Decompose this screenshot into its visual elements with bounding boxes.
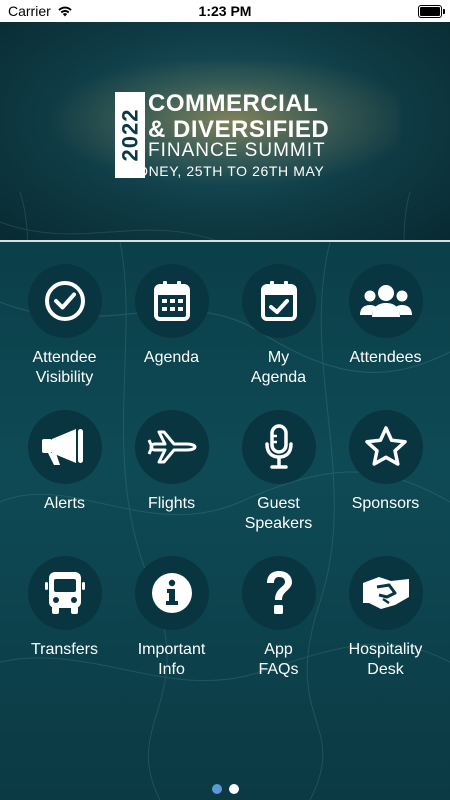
menu-item-label: Attendee Visibility [32, 349, 97, 386]
calendar-check-icon [260, 281, 297, 321]
menu-item-label: Transfers [31, 641, 98, 658]
menu-item-circle [134, 556, 209, 630]
microphone-icon [264, 424, 293, 469]
status-bar: Carrier 1:23 PM [0, 0, 450, 22]
menu-area: Attendee Visibility Agenda My Agenda Att… [0, 242, 450, 800]
event-banner: 2022 COMMERCIAL & DIVERSIFIED FINANCE SU… [0, 22, 450, 242]
menu-item-label: Alerts [44, 495, 85, 512]
menu-item-circle [27, 264, 102, 338]
menu-item-alerts[interactable]: Alerts [11, 410, 118, 514]
menu-item-app-faqs[interactable]: App FAQs [225, 556, 332, 680]
menu-item-label: Flights [147, 495, 196, 512]
battery-icon [418, 5, 445, 18]
menu-item-attendee-visibility[interactable]: Attendee Visibility [11, 264, 118, 388]
menu-item-sponsors[interactable]: Sponsors [332, 410, 439, 514]
menu-item-circle [348, 410, 423, 484]
info-icon [151, 573, 192, 613]
event-subtitle: SYDNEY, 25TH TO 26TH MAY [118, 163, 325, 179]
menu-item-attendees[interactable]: Attendees [332, 264, 439, 368]
menu-item-circle [241, 264, 316, 338]
menu-item-circle [241, 556, 316, 630]
menu-grid: Attendee Visibility Agenda My Agenda Att… [0, 242, 450, 800]
users-icon [359, 285, 412, 317]
menu-item-circle [348, 264, 423, 338]
menu-item-flights[interactable]: Flights [118, 410, 225, 514]
menu-item-circle [134, 264, 209, 338]
menu-item-circle [348, 556, 423, 630]
menu-item-transfers[interactable]: Transfers [11, 556, 118, 660]
menu-item-label: Agenda [143, 349, 200, 366]
calendar-icon [153, 281, 190, 321]
menu-item-label: Hospitality Desk [348, 641, 423, 678]
menu-item-label: Important Info [137, 641, 206, 678]
event-title-line3: FINANCE SUMMIT [148, 140, 326, 161]
menu-item-label: Guest Speakers [244, 495, 313, 532]
event-title-line1: COMMERCIAL [148, 90, 319, 117]
question-icon [266, 571, 292, 614]
menu-item-circle [241, 410, 316, 484]
page-indicator[interactable] [0, 784, 450, 794]
menu-item-agenda[interactable]: Agenda [118, 264, 225, 368]
menu-item-circle [27, 410, 102, 484]
plane-icon [147, 430, 196, 464]
page-dot-2[interactable] [228, 784, 239, 794]
megaphone-icon [41, 429, 83, 465]
page-dot-1[interactable] [211, 784, 222, 794]
menu-item-label: App FAQs [258, 641, 299, 678]
menu-item-hospitality-desk[interactable]: Hospitality Desk [332, 556, 439, 680]
bus-icon [44, 572, 85, 614]
star-icon [364, 426, 407, 466]
menu-item-my-agenda[interactable]: My Agenda [225, 264, 332, 388]
menu-item-circle [134, 410, 209, 484]
menu-item-label: My Agenda [250, 349, 307, 386]
handshake-icon [362, 577, 409, 609]
status-time: 1:23 PM [198, 3, 252, 19]
menu-item-circle [27, 556, 102, 630]
menu-item-label: Sponsors [351, 495, 420, 512]
check-circle-icon [44, 281, 85, 321]
menu-item-label: Attendees [349, 349, 422, 366]
menu-item-guest-speakers[interactable]: Guest Speakers [225, 410, 332, 534]
menu-item-important-info[interactable]: Important Info [118, 556, 225, 680]
